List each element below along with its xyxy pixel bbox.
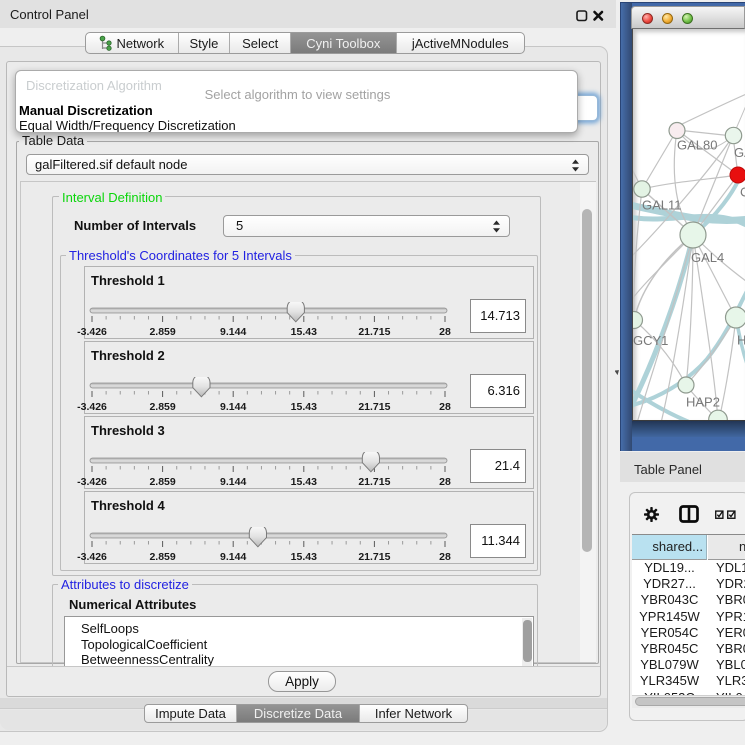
svg-text:GAL4: GAL4 [691,250,724,265]
svg-text:15.43: 15.43 [291,326,317,338]
svg-text:15.43: 15.43 [291,401,317,413]
svg-text:21.715: 21.715 [358,401,390,413]
svg-text:GAL11: GAL11 [642,198,682,213]
svg-text:-3.426: -3.426 [77,551,107,563]
svg-text:21.715: 21.715 [358,476,390,488]
svg-text:GAL80: GAL80 [677,138,717,153]
svg-text:28: 28 [439,551,451,563]
svg-text:9.144: 9.144 [220,476,246,488]
svg-text:21.715: 21.715 [358,551,390,563]
svg-text:H: H [737,333,745,348]
svg-text:-3.426: -3.426 [77,476,107,488]
svg-text:15.43: 15.43 [291,551,317,563]
svg-text:28: 28 [439,326,451,338]
svg-text:15.43: 15.43 [291,476,317,488]
svg-text:-3.426: -3.426 [77,401,107,413]
svg-text:9.144: 9.144 [220,326,246,338]
svg-text:C: C [740,185,745,200]
svg-text:2.859: 2.859 [149,401,175,413]
svg-text:9.144: 9.144 [220,401,246,413]
svg-text:9.144: 9.144 [220,551,246,563]
svg-text:28: 28 [439,476,451,488]
svg-text:-3.426: -3.426 [77,326,107,338]
svg-text:2.859: 2.859 [149,326,175,338]
svg-text:GAL: GAL [734,145,745,160]
svg-text:GCY1: GCY1 [633,333,668,348]
svg-text:21.715: 21.715 [358,326,390,338]
svg-text:2.859: 2.859 [149,551,175,563]
svg-text:HAP2: HAP2 [686,395,720,410]
svg-text:2.859: 2.859 [149,476,175,488]
svg-text:28: 28 [439,401,451,413]
